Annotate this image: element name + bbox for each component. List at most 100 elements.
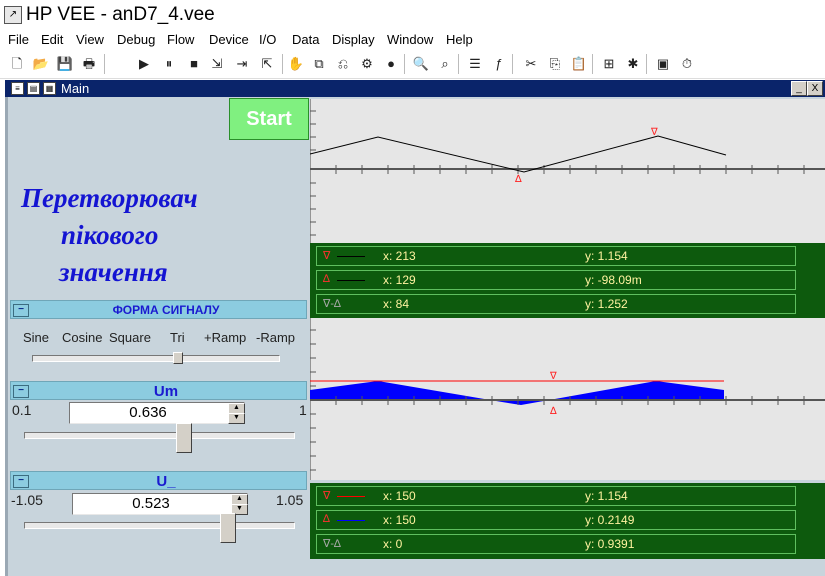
window-menu-icon[interactable]: ≡ <box>11 82 24 95</box>
graph-1[interactable]: ∇ ∆ <box>309 99 825 243</box>
panel-view-icon[interactable]: ▦ <box>43 82 56 95</box>
step-over-icon[interactable]: ⇥ <box>233 55 251 73</box>
option-square[interactable]: Square <box>109 330 151 345</box>
marker-symbol: ∇-∆ <box>323 538 341 550</box>
find-next-icon[interactable]: ⌕ <box>436 55 454 73</box>
menu-flow[interactable]: Flow <box>167 32 194 47</box>
align-icon[interactable]: ⊞ <box>600 55 618 73</box>
minimize-icon[interactable]: − <box>13 475 29 488</box>
find-icon[interactable]: 🔍 <box>412 55 430 73</box>
graph-2-marker-row: ∇ x: 150 y: 1.154 <box>316 486 796 506</box>
stop-icon[interactable]: ■ <box>185 55 203 73</box>
option-sine[interactable]: Sine <box>23 330 49 345</box>
step-into-icon[interactable]: ⇲ <box>208 55 226 73</box>
menu-device[interactable]: Device <box>209 32 249 47</box>
graph-1-y-ticks <box>310 110 316 236</box>
u-offset-slider-thumb[interactable] <box>220 513 236 543</box>
marker-x: x: 0 <box>383 537 403 551</box>
pause-icon[interactable]: ⏸ <box>160 55 178 73</box>
minimize-button[interactable]: _ <box>791 81 807 96</box>
graph-1-plot: ∇ ∆ <box>309 99 825 243</box>
new-icon[interactable]: 🗋 <box>8 55 26 73</box>
menu-view[interactable]: View <box>76 32 104 47</box>
open-icon[interactable]: 📂 <box>32 55 50 73</box>
print-icon[interactable]: 🖶 <box>80 55 98 73</box>
menu-debug[interactable]: Debug <box>117 32 155 47</box>
main-window-titlebar: ≡ ▤ ▦ Main _ X <box>5 80 825 97</box>
bug-icon[interactable]: ✱ <box>624 55 642 73</box>
menu-help[interactable]: Help <box>446 32 473 47</box>
u-offset-slider-track[interactable] <box>24 522 295 529</box>
timer-icon[interactable]: ⏱ <box>678 55 696 73</box>
menu-bar: File Edit View Debug Flow Device I/O Dat… <box>0 30 825 50</box>
heading-line-2: пікового <box>61 220 159 250</box>
run-icon[interactable]: ▶ <box>135 55 153 73</box>
option-cosine[interactable]: Cosine <box>62 330 102 345</box>
down-arrow-icon[interactable]: ▼ <box>228 413 245 424</box>
main-window: ≡ ▤ ▦ Main _ X Start Перетворювач піково… <box>5 80 825 576</box>
function-icon[interactable]: ƒ <box>490 55 508 73</box>
copy-object-icon[interactable]: ⧉ <box>310 55 328 73</box>
marker-symbol: ∆ <box>323 513 330 525</box>
properties-icon[interactable]: ☰ <box>466 55 484 73</box>
minimize-icon[interactable]: − <box>13 304 29 317</box>
marker-symbol: ∇-∆ <box>323 298 341 310</box>
u-offset-panel: − U_ -1.05 1.05 0.523 ▲ ▼ <box>10 471 307 546</box>
marker-x: x: 213 <box>383 249 416 263</box>
menu-io[interactable]: I/O <box>259 32 276 47</box>
connect-icon[interactable]: ⎌ <box>334 55 352 73</box>
paste-icon[interactable]: 📋 <box>570 55 588 73</box>
u-offset-value[interactable]: 0.523 <box>73 495 229 512</box>
marker-y: y: 0.9391 <box>585 537 635 551</box>
minimize-icon[interactable]: − <box>13 385 29 398</box>
marker-y: y: -98.09m <box>585 273 642 287</box>
marker-y: y: 1.154 <box>585 249 628 263</box>
close-button[interactable]: X <box>807 81 823 96</box>
menu-display[interactable]: Display <box>332 32 375 47</box>
detail-view-icon[interactable]: ▤ <box>27 82 40 95</box>
um-slider-track[interactable] <box>24 432 295 439</box>
u-offset-value-field[interactable]: 0.523 ▲ ▼ <box>72 493 248 515</box>
save-icon[interactable]: 💾 <box>56 55 74 73</box>
hand-icon[interactable]: ✋ <box>287 55 305 73</box>
graph-1-markers: ∇ x: 213 y: 1.154 ∆ x: 129 y: -98.09m ∇-… <box>310 243 825 318</box>
cut-icon[interactable]: ✂ <box>522 55 540 73</box>
u-offset-min-label: -1.05 <box>11 492 43 508</box>
u-offset-max-label: 1.05 <box>276 492 304 508</box>
waveform-slider-thumb[interactable] <box>173 352 183 364</box>
waveform-slider-track[interactable] <box>32 355 280 362</box>
main-window-title: Main <box>61 81 90 96</box>
heading-line-3: значення <box>59 257 168 287</box>
graph-2[interactable]: ∇ ∆ <box>309 318 825 480</box>
debug-icon[interactable]: ⚙ <box>358 55 376 73</box>
um-value-field[interactable]: 0.636 ▲ ▼ <box>69 402 245 424</box>
panel-icon[interactable]: ▣ <box>654 55 672 73</box>
marker-x: x: 84 <box>383 297 410 311</box>
menu-data[interactable]: Data <box>292 32 319 47</box>
marker-symbol: ∇ <box>323 250 331 262</box>
marker-down-icon: ∇ <box>549 371 557 382</box>
heading-line-1: Перетворювач <box>21 183 198 213</box>
waveform-panel: − ФОРМА СИГНАЛУ Sine Cosine Square Tri +… <box>10 300 307 372</box>
option-plus-ramp[interactable]: +Ramp <box>204 330 246 345</box>
marker-symbol: ∆ <box>323 273 330 285</box>
option-minus-ramp[interactable]: -Ramp <box>256 330 295 345</box>
menu-edit[interactable]: Edit <box>41 32 63 47</box>
copy-icon[interactable]: ⎘ <box>546 55 564 73</box>
um-panel-header: − Um <box>10 381 307 400</box>
app-icon: ↗ <box>4 6 22 24</box>
um-value[interactable]: 0.636 <box>70 404 226 421</box>
menu-window[interactable]: Window <box>387 32 433 47</box>
option-tri[interactable]: Tri <box>170 330 185 345</box>
graph-1-marker-row: ∇-∆ x: 84 y: 1.252 <box>316 294 796 314</box>
graph-2-markers: ∇ x: 150 y: 1.154 ∆ x: 150 y: 0.2149 ∇-∆… <box>310 483 825 559</box>
menu-file[interactable]: File <box>8 32 29 47</box>
step-out-icon[interactable]: ⇱ <box>258 55 276 73</box>
globe-icon[interactable]: ● <box>382 55 400 73</box>
marker-line-swatch <box>337 256 365 257</box>
start-button[interactable]: Start <box>229 98 309 140</box>
um-max-label: 1 <box>299 402 307 418</box>
marker-line-swatch <box>337 520 365 521</box>
toolbar: 🗋 📂 💾 🖶 ▶ ⏸ ■ ⇲ ⇥ ⇱ ✋ ⧉ ⎌ ⚙ ● 🔍 ⌕ ☰ ƒ ✂ … <box>0 50 825 79</box>
um-slider-thumb[interactable] <box>176 423 192 453</box>
